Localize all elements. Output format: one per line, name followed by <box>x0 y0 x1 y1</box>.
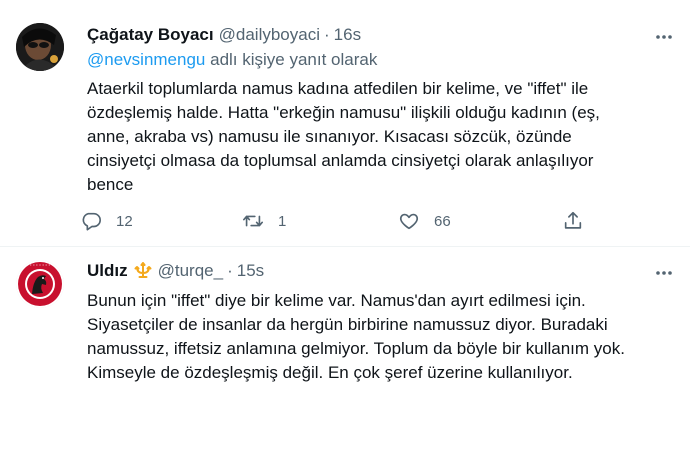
reply-suffix: adlı kişiye yanıt olarak <box>205 50 378 69</box>
tweet-text-line: namussuz, iffetsiz anlamına gelmiyor. To… <box>87 339 625 358</box>
more-options-button[interactable] <box>654 263 674 283</box>
trident-badge-icon <box>134 262 152 278</box>
like-button[interactable]: 66 <box>398 206 451 236</box>
tweet-text-line: bence <box>87 175 134 194</box>
share-button[interactable] <box>562 206 584 236</box>
reply-count: 12 <box>116 212 133 230</box>
emblem-avatar: • • • • • • • <box>16 260 64 308</box>
more-options-button[interactable] <box>654 27 674 47</box>
tweet-text-line: Siyasetçiler de insanlar da hergün birbi… <box>87 315 608 334</box>
tweet-header: Çağatay Boyacı @dailyboyaci · 16s <box>87 24 361 46</box>
author-name[interactable]: Uldız <box>87 261 128 281</box>
avatar[interactable] <box>16 23 64 71</box>
tweet-text-line: anne, akraba vs) namusu ile sınanıyor. K… <box>87 127 572 146</box>
retweet-icon <box>243 215 263 227</box>
separator-dot: · <box>324 25 330 44</box>
tweet-text-line: Bunun için "iffet" diye bir kelime var. … <box>87 291 586 310</box>
timestamp[interactable]: 15s <box>237 261 264 281</box>
separator-dot: · <box>227 261 233 280</box>
reply-icon <box>82 212 101 231</box>
author-handle[interactable]: @turqe_ <box>158 261 223 281</box>
svg-text:• • • • • • •: • • • • • • • <box>30 264 50 268</box>
like-icon <box>399 213 419 230</box>
avatar-photo <box>16 23 64 71</box>
tweet-card[interactable]: • • • • • • • Uldız @turqe_ · 15s Bunun … <box>0 247 690 407</box>
tweet-header: Uldız @turqe_ · 15s <box>87 260 264 282</box>
reply-mention-link[interactable]: @nevsinmengu <box>87 50 205 69</box>
more-icon <box>656 35 672 39</box>
tweet-text-line: özdeşlemiş halde. Hatta "erkeğin namusu"… <box>87 103 600 122</box>
author-name[interactable]: Çağatay Boyacı <box>87 25 214 45</box>
tweet-text: Bunun için "iffet" diye bir kelime var. … <box>87 289 677 385</box>
tweet-actions: 12 1 66 <box>80 206 680 236</box>
author-handle[interactable]: @dailyboyaci <box>219 25 320 45</box>
timestamp[interactable]: 16s <box>334 25 361 45</box>
tweet-text-line: Kimseyle de özdeşleşmiş değil. En çok şe… <box>87 363 573 382</box>
share-icon <box>564 211 582 229</box>
tweet-text: Ataerkil toplumlarda namus kadına atfedi… <box>87 77 677 197</box>
reply-button[interactable]: 12 <box>80 206 133 236</box>
tweet-text-line: cinsiyetçi olmasa da toplumsal anlamda c… <box>87 151 594 170</box>
replying-to: @nevsinmengu adlı kişiye yanıt olarak <box>87 50 377 70</box>
tweet-text-line: Ataerkil toplumlarda namus kadına atfedi… <box>87 79 589 98</box>
tweet-card[interactable]: Çağatay Boyacı @dailyboyaci · 16s @nevsi… <box>0 0 690 246</box>
like-count: 66 <box>434 212 451 230</box>
avatar[interactable]: • • • • • • • <box>16 260 64 308</box>
retweet-count: 1 <box>278 212 287 230</box>
more-icon <box>656 271 672 275</box>
retweet-button[interactable]: 1 <box>242 206 286 236</box>
